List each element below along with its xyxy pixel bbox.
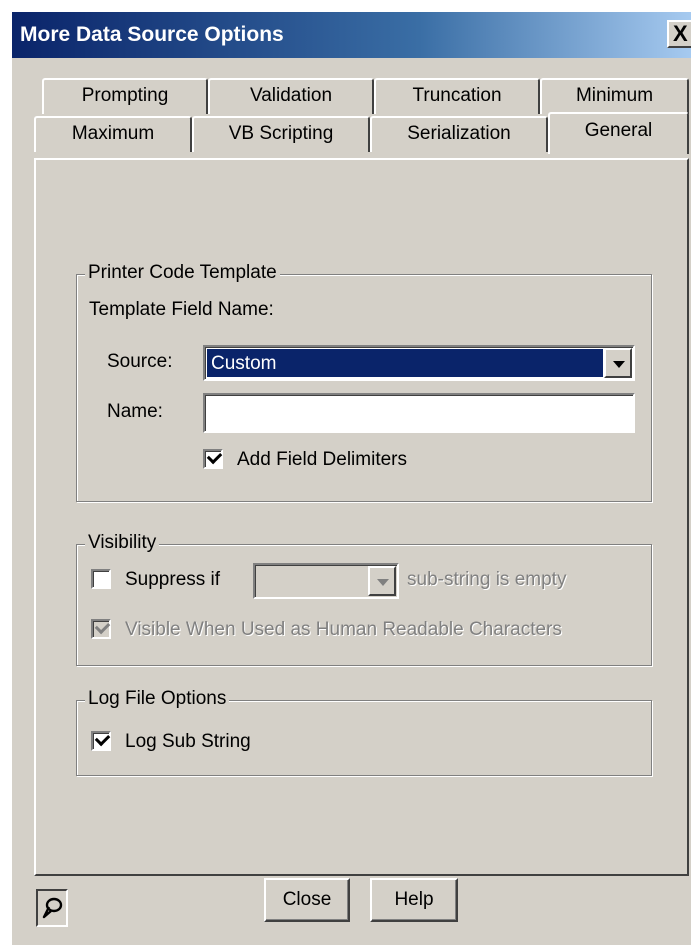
tab-prompting[interactable]: Prompting	[42, 78, 208, 114]
source-select[interactable]: Custom	[203, 345, 635, 381]
printer-code-template-legend: Printer Code Template	[85, 262, 280, 284]
chevron-down-icon	[368, 566, 396, 596]
tab-label: Serialization	[407, 123, 511, 144]
visible-human-readable-checkbox	[91, 618, 111, 639]
checkmark-icon	[94, 730, 111, 747]
chevron-down-icon[interactable]	[604, 348, 632, 378]
log-file-options-group: Log File Options Log Sub String	[76, 688, 652, 776]
tab-label: Validation	[249, 85, 333, 106]
visibility-group: Visibility Suppress if sub-string is emp…	[76, 532, 652, 666]
suppress-substring-select	[253, 563, 399, 599]
tab-panel-general: Printer Code Template Template Field Nam…	[34, 158, 689, 876]
add-field-delimiters-checkbox[interactable]	[203, 448, 223, 469]
help-button-label: Help	[394, 889, 434, 910]
add-field-delimiters-label: Add Field Delimiters	[237, 449, 407, 470]
tab-vb-scripting[interactable]: VB Scripting	[192, 116, 370, 152]
name-field[interactable]	[203, 393, 635, 433]
log-sub-string-checkbox[interactable]	[91, 730, 111, 751]
log-file-options-legend: Log File Options	[85, 688, 230, 710]
tab-label: Prompting	[81, 85, 169, 106]
dialog-window: More Data Source Options X Prompting Val…	[10, 10, 691, 945]
tab-general[interactable]: General	[548, 112, 689, 154]
suppress-if-label: Suppress if	[125, 569, 221, 590]
tab-truncation[interactable]: Truncation	[374, 78, 540, 114]
tab-minimum[interactable]: Minimum	[540, 78, 689, 114]
checkmark-icon	[94, 618, 111, 635]
title-bar[interactable]: More Data Source Options X	[12, 12, 691, 58]
template-field-name-label: Template Field Name:	[89, 299, 274, 320]
tab-label: VB Scripting	[228, 123, 334, 144]
close-button[interactable]: Close	[264, 878, 350, 922]
window-title: More Data Source Options	[20, 23, 284, 46]
checkmark-icon	[206, 448, 223, 465]
source-selected-value: Custom	[207, 349, 603, 377]
close-button-label: Close	[282, 889, 332, 910]
visibility-legend: Visibility	[85, 532, 160, 554]
tab-label: Minimum	[575, 85, 654, 106]
tab-label: Maximum	[71, 123, 155, 144]
visible-human-readable-label: Visible When Used as Human Readable Char…	[125, 619, 562, 640]
tab-label: General	[584, 120, 653, 141]
tab-maximum[interactable]: Maximum	[34, 116, 192, 152]
pin-button[interactable]	[36, 889, 68, 927]
log-sub-string-label: Log Sub String	[125, 731, 251, 752]
suppress-if-checkbox[interactable]	[91, 569, 111, 589]
tab-label: Truncation	[412, 85, 502, 106]
tab-validation[interactable]: Validation	[208, 78, 374, 114]
help-button[interactable]: Help	[370, 878, 458, 922]
printer-code-template-group: Printer Code Template Template Field Nam…	[76, 262, 652, 502]
tab-serialization[interactable]: Serialization	[370, 116, 548, 152]
substring-empty-label: sub-string is empty	[407, 569, 567, 590]
source-label: Source:	[107, 351, 173, 372]
name-label: Name:	[107, 401, 163, 422]
pin-icon	[42, 897, 63, 919]
close-window-button[interactable]: X	[667, 20, 691, 48]
